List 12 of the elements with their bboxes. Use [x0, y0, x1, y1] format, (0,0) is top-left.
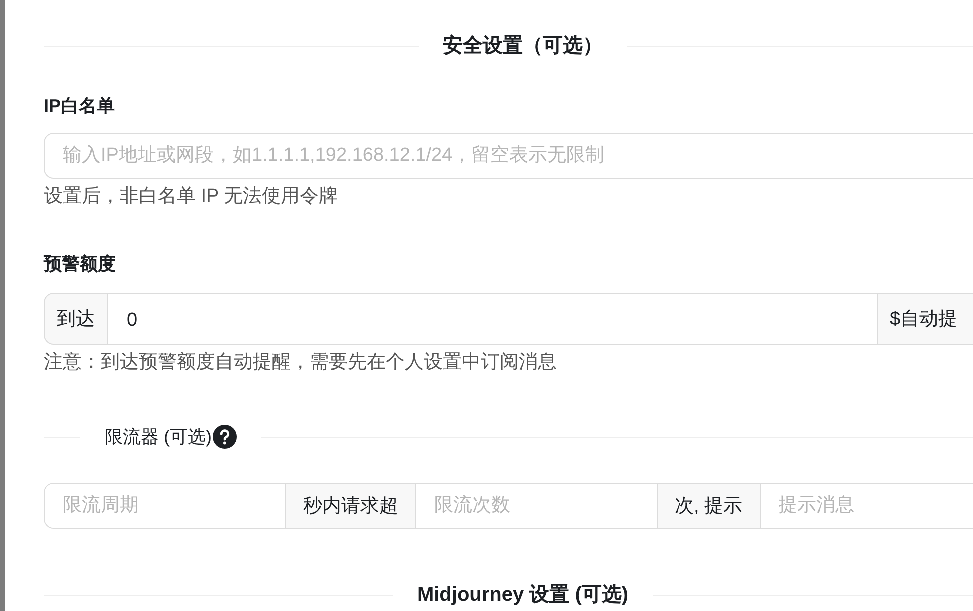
input-field[interactable]: 输入IP地址或网段，如1.1.1.1,192.168.12.1/24，留空表示无限制	[44, 133, 973, 179]
section-title: 限流器 (可选)	[105, 426, 212, 449]
help-text: 注意：到达预警额度自动提醒，需要先在个人设置中订阅消息	[44, 351, 558, 375]
input-suffix: $自动提	[877, 293, 973, 345]
section-title: 安全设置（可选）	[443, 34, 603, 59]
input-prefix: 到达	[44, 293, 108, 345]
section-title: Midjourney 设置 (可选)	[417, 583, 629, 608]
help-text: 设置后，非白名单 IP 无法使用令牌	[44, 185, 340, 209]
field-label: 预警额度	[44, 253, 117, 276]
field-label: IP白名单	[44, 95, 116, 118]
help-icon[interactable]	[213, 425, 237, 449]
input-field[interactable]: 0	[108, 293, 877, 345]
